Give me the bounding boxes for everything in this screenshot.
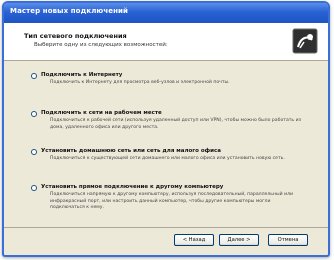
wizard-header: Тип сетевого подключения Выберите одну и…: [4, 23, 328, 61]
radio-direct-connection[interactable]: [31, 185, 37, 191]
radio-home-network[interactable]: [31, 149, 37, 155]
next-button[interactable]: Далее >: [219, 234, 259, 246]
window-title: Мастер новых подключений: [10, 7, 129, 15]
radio-internet[interactable]: [31, 73, 37, 79]
option-description: Подключиться к существующей сети домашне…: [50, 156, 285, 161]
option-label: Установить прямое подключение к другому …: [41, 184, 224, 190]
option-description: Подключиться напрямую к другому компьюте…: [50, 192, 293, 210]
wizard-window: Мастер новых подключений Тип сетевого по…: [2, 1, 330, 257]
option-description: Подключиться к рабочей сети (используя у…: [50, 118, 302, 130]
option-label: Подключить к Интернету: [41, 72, 123, 78]
back-button[interactable]: < Назад: [174, 234, 214, 246]
option-description: Подключить к Интернету для просмотра веб…: [50, 80, 230, 85]
option-label: Установить домашнюю сеть или сеть для ма…: [41, 148, 221, 154]
options-group: Подключить к Интернету Подключить к Инте…: [4, 61, 328, 221]
cancel-button[interactable]: Отмена: [268, 234, 308, 246]
footer-divider: [4, 227, 328, 228]
header-title: Тип сетевого подключения: [24, 32, 127, 40]
network-wizard-icon: [292, 28, 318, 54]
option-label: Подключить к сети на рабочем месте: [41, 110, 162, 116]
title-bar[interactable]: Мастер новых подключений: [4, 3, 328, 23]
radio-workplace[interactable]: [31, 111, 37, 117]
header-subtitle: Выберите одну из следующих возможностей:: [34, 42, 168, 48]
